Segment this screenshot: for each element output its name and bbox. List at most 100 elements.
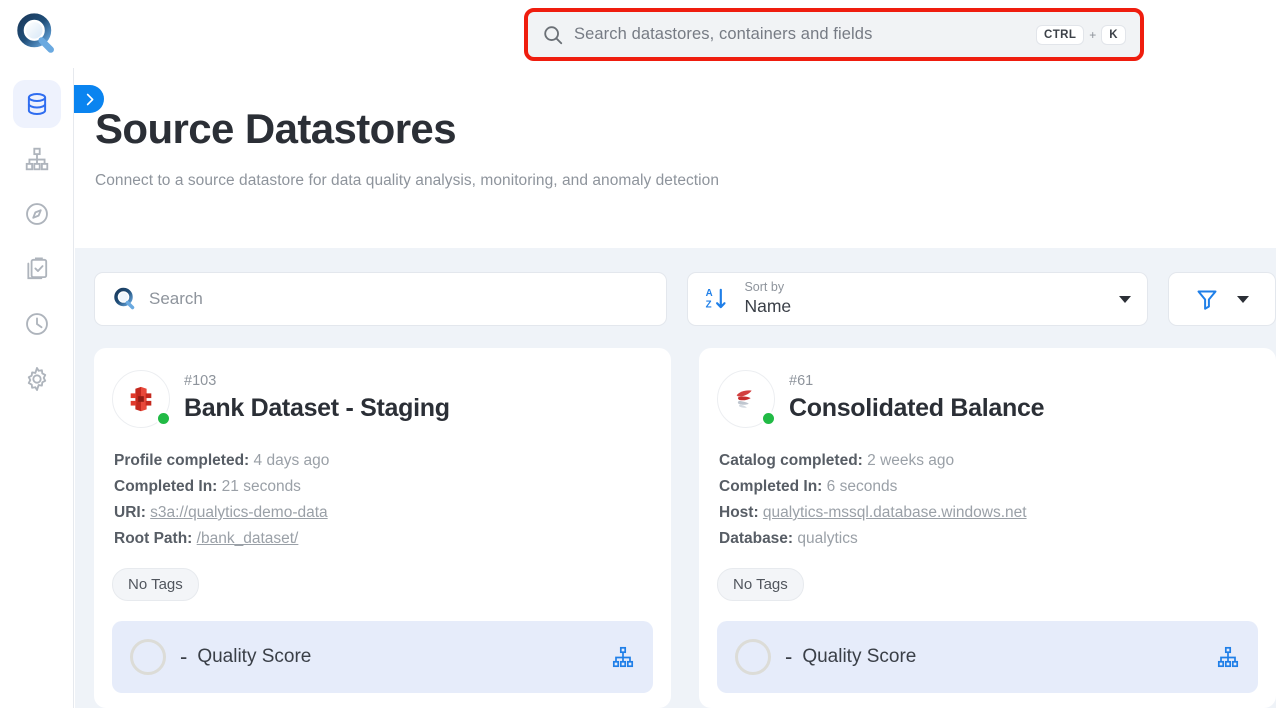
hierarchy-icon[interactable]	[611, 645, 635, 669]
card-tags: No Tags	[112, 568, 653, 601]
card-titles: #61 Consolidated Balance	[789, 370, 1044, 423]
kbd-k: K	[1101, 24, 1126, 45]
sidebar-item-explore[interactable]	[13, 190, 61, 238]
tag-pill[interactable]: No Tags	[717, 568, 804, 601]
database-icon	[27, 93, 46, 115]
aws-s3-icon	[130, 386, 152, 412]
quality-score-value: -	[180, 644, 188, 669]
meta-label: Host:	[719, 504, 759, 521]
meta-label: Profile completed:	[114, 452, 250, 469]
card-metadata: Profile completed: 4 days ago Completed …	[112, 448, 653, 552]
meta-value: 4 days ago	[253, 452, 330, 469]
search-icon	[544, 25, 563, 44]
page-title: Source Datastores	[95, 105, 457, 152]
hierarchy-icon	[25, 147, 48, 171]
meta-value: qualytics	[797, 530, 858, 547]
sidebar-item-history[interactable]	[13, 300, 61, 348]
svg-text:Z: Z	[706, 300, 712, 311]
datastore-card-list: #103 Bank Dataset - Staging Profile comp…	[94, 348, 1276, 708]
meta-label: Root Path:	[114, 530, 193, 547]
status-indicator	[761, 411, 776, 426]
search-icon	[114, 287, 135, 310]
meta-value: 6 seconds	[826, 478, 898, 495]
meta-value: 21 seconds	[221, 478, 301, 495]
meta-row: Completed In: 21 seconds	[114, 474, 653, 500]
card-title: Bank Dataset - Staging	[184, 393, 450, 422]
card-id: #103	[184, 373, 217, 389]
card-header: #61 Consolidated Balance	[717, 370, 1258, 428]
qualytics-magnifier-logo-icon	[17, 13, 54, 53]
sidebar-item-settings[interactable]	[13, 355, 61, 403]
avatar	[717, 370, 776, 428]
quality-score-ring	[735, 639, 771, 675]
sort-texts: Sort by Name	[744, 280, 1118, 318]
datastore-card[interactable]: #103 Bank Dataset - Staging Profile comp…	[94, 348, 671, 708]
hierarchy-icon[interactable]	[1216, 645, 1240, 669]
sidebar-expand-button[interactable]	[74, 85, 104, 113]
meta-row: Host: qualytics-mssql.database.windows.n…	[719, 500, 1258, 526]
filter-button[interactable]	[1167, 272, 1276, 326]
kbd-ctrl: CTRL	[1036, 24, 1085, 45]
meta-label: Completed In:	[114, 478, 218, 495]
meta-label: Catalog completed:	[719, 452, 863, 469]
search-placeholder: Search	[149, 289, 203, 308]
quality-score-value: -	[785, 644, 793, 669]
meta-row: URI: s3a://qualytics-demo-data	[114, 500, 653, 526]
global-search-placeholder: Search datastores, containers and fields	[574, 25, 873, 43]
card-tags: No Tags	[717, 568, 1258, 601]
meta-value-link[interactable]: qualytics-mssql.database.windows.net	[763, 504, 1027, 521]
meta-label: Completed In:	[719, 478, 823, 495]
status-indicator	[156, 411, 171, 426]
avatar	[112, 370, 171, 428]
page-header: Source Datastores Connect to a source da…	[75, 68, 1276, 248]
meta-row: Profile completed: 4 days ago	[114, 448, 653, 474]
kbd-plus: +	[1089, 27, 1097, 42]
card-header: #103 Bank Dataset - Staging	[112, 370, 653, 428]
chevron-right-icon	[86, 93, 93, 105]
page-subtitle: Connect to a source datastore for data q…	[95, 172, 719, 189]
mssql-icon	[736, 390, 752, 408]
sort-alpha-down-icon: A Z	[706, 288, 727, 311]
meta-label: Database:	[719, 530, 794, 547]
sidebar-item-containers[interactable]	[13, 135, 61, 183]
meta-row: Completed In: 6 seconds	[719, 474, 1258, 500]
gear-icon	[27, 367, 46, 391]
app-root: Search datastores, containers and fields…	[0, 0, 1276, 708]
tag-pill[interactable]: No Tags	[112, 568, 199, 601]
sort-by-value: Name	[744, 295, 792, 316]
card-title: Consolidated Balance	[789, 393, 1045, 422]
sidebar-item-tasks[interactable]	[13, 245, 61, 293]
quality-score-label: Quality Score	[802, 646, 917, 667]
top-bar: Search datastores, containers and fields…	[0, 0, 1276, 68]
quality-score-bar[interactable]: - Quality Score	[717, 621, 1258, 693]
meta-row: Catalog completed: 2 weeks ago	[719, 448, 1258, 474]
chevron-down-icon[interactable]	[1236, 295, 1249, 303]
meta-label: URI:	[114, 504, 146, 521]
toolbar: Search A Z Sort by Name	[94, 272, 1276, 326]
sort-by-select[interactable]: A Z Sort by Name	[687, 272, 1148, 326]
filter-funnel-icon	[1197, 290, 1217, 310]
content-area: Search A Z Sort by Name #103 Bank Datase…	[75, 248, 1276, 708]
meta-row: Root Path: /bank_dataset/	[114, 526, 653, 552]
meta-value-link[interactable]: s3a://qualytics-demo-data	[150, 504, 327, 521]
app-logo[interactable]	[0, 0, 74, 68]
meta-value: 2 weeks ago	[867, 452, 955, 469]
quality-score-bar[interactable]: - Quality Score	[112, 621, 653, 693]
sort-by-label: Sort by	[744, 280, 785, 295]
card-titles: #103 Bank Dataset - Staging	[184, 370, 450, 423]
clipboard-check-icon	[26, 257, 47, 280]
svg-text:A: A	[706, 288, 713, 299]
chevron-down-icon[interactable]	[1118, 295, 1131, 303]
datastore-card[interactable]: #61 Consolidated Balance Catalog complet…	[699, 348, 1276, 708]
compass-icon	[25, 203, 48, 225]
card-metadata: Catalog completed: 2 weeks ago Completed…	[717, 448, 1258, 552]
global-search-bar[interactable]: Search datastores, containers and fields…	[524, 8, 1144, 61]
sidebar-item-datastores[interactable]	[12, 80, 61, 128]
search-shortcut: CTRL + K	[1036, 24, 1126, 45]
card-id: #61	[789, 373, 814, 389]
meta-value-link[interactable]: /bank_dataset/	[197, 530, 299, 547]
sidebar-nav	[0, 68, 74, 708]
quality-score-ring	[130, 639, 166, 675]
search-input[interactable]: Search	[94, 272, 668, 326]
meta-row: Database: qualytics	[719, 526, 1258, 552]
